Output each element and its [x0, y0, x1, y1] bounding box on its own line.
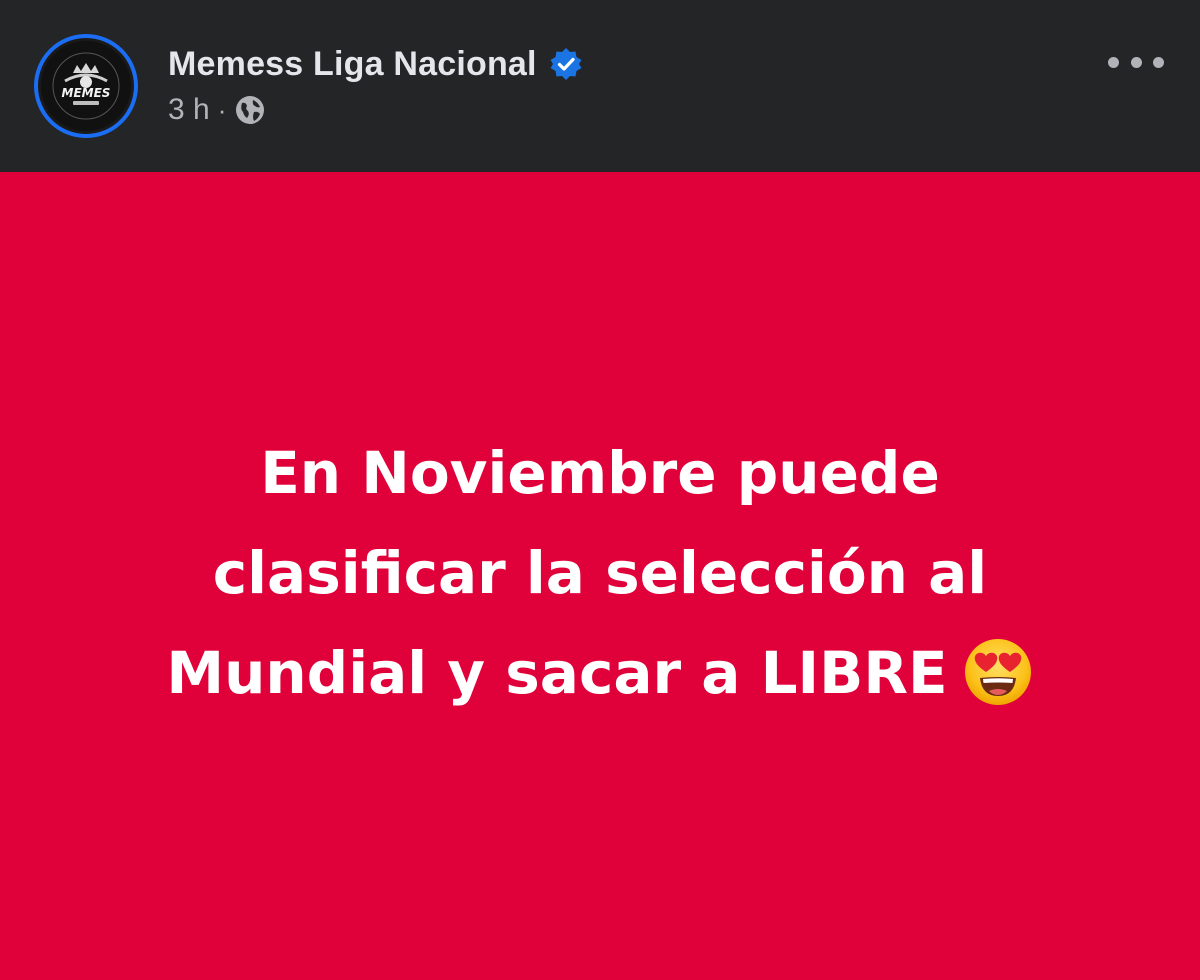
page-avatar[interactable]: MEMES: [34, 34, 138, 138]
status-line-2: clasificar la selección al: [212, 539, 988, 607]
page-name[interactable]: Memess Liga Nacional: [168, 45, 537, 84]
verified-badge-icon: [549, 47, 583, 81]
post-timestamp[interactable]: 3 h: [168, 93, 210, 127]
page-name-row: Memess Liga Nacional: [168, 42, 583, 86]
more-options-icon[interactable]: [1108, 44, 1164, 80]
status-text: En Noviembre puede clasificar la selecci…: [50, 423, 1150, 723]
heart-eyes-emoji-icon: [962, 636, 1034, 708]
memes-logo-icon: MEMES: [52, 52, 120, 120]
more-dot: [1108, 56, 1119, 68]
status-line-3-wrap: Mundial y sacar a LIBRE: [50, 623, 1150, 723]
page-logo: MEMES: [41, 41, 131, 131]
more-dot: [1130, 56, 1142, 68]
facebook-post: MEMES Memess Liga Nacional 3 h · En Novi…: [0, 0, 1200, 980]
post-header: MEMES Memess Liga Nacional 3 h ·: [0, 0, 1200, 172]
status-background: En Noviembre puede clasificar la selecci…: [0, 172, 1200, 980]
status-line-1: En Noviembre puede: [260, 439, 940, 507]
more-dot: [1153, 56, 1164, 68]
globe-icon[interactable]: [234, 94, 266, 126]
status-line-3: Mundial y sacar a LIBRE: [166, 639, 948, 707]
post-meta: 3 h ·: [168, 90, 266, 130]
logo-text: MEMES: [62, 86, 111, 100]
meta-separator: ·: [217, 94, 227, 125]
